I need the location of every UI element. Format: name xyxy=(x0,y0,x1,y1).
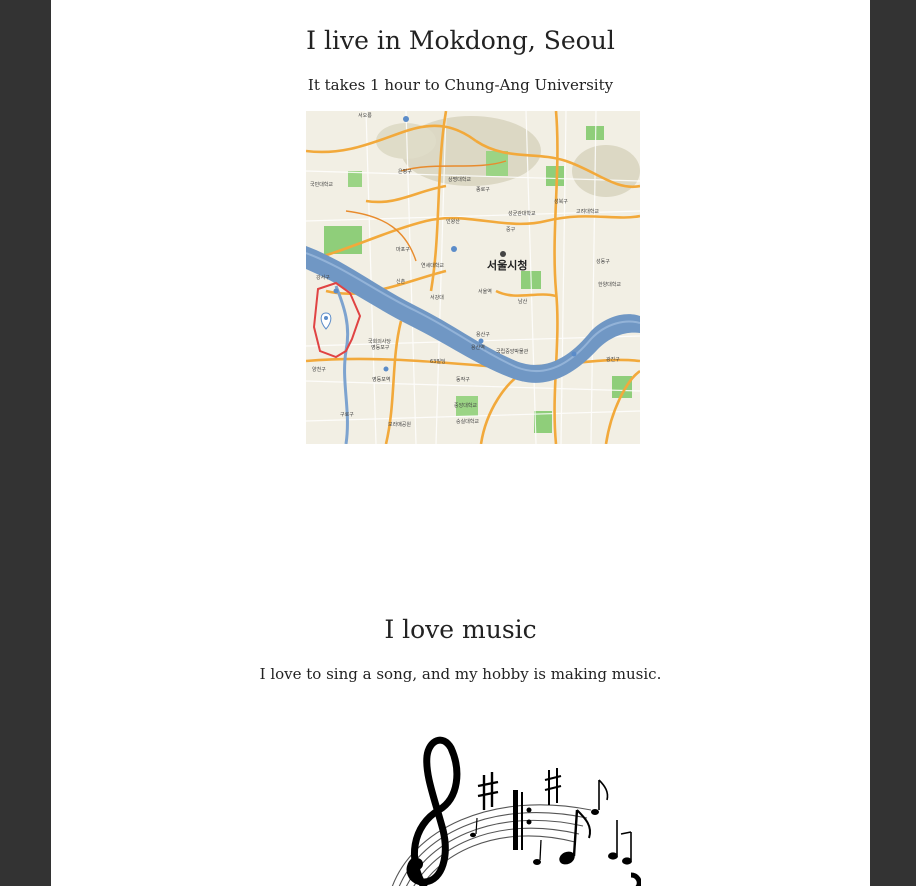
svg-text:국립중앙박물관: 국립중앙박물관 xyxy=(496,348,529,355)
svg-text:서울역: 서울역 xyxy=(478,288,492,295)
svg-text:고려대학교: 고려대학교 xyxy=(576,208,599,215)
svg-text:종로구: 종로구 xyxy=(476,187,490,193)
svg-text:국민대학교: 국민대학교 xyxy=(310,181,333,188)
svg-text:영등포구: 영등포구 xyxy=(371,344,390,351)
svg-text:중구: 중구 xyxy=(506,227,516,233)
svg-text:보라매공원: 보라매공원 xyxy=(388,421,411,428)
map-city-label: 서울시청 xyxy=(487,258,527,272)
heading-music: I love music xyxy=(384,615,537,644)
svg-text:용산구: 용산구 xyxy=(476,331,490,338)
svg-text:구로구: 구로구 xyxy=(340,412,354,418)
svg-text:광진구: 광진구 xyxy=(606,356,620,363)
seoul-map-image: 서울시청 은평구 종로구 성북구 마포구 중구 용산구 성동구 영등포구 동작구… xyxy=(306,111,640,444)
heading-home: I live in Mokdong, Seoul xyxy=(306,26,615,55)
svg-text:마포구: 마포구 xyxy=(396,246,410,253)
music-notes-image xyxy=(331,730,641,886)
svg-text:국회의사당: 국회의사당 xyxy=(368,338,391,345)
svg-text:용산역: 용산역 xyxy=(471,344,485,351)
caption-music: I love to sing a song, and my hobby is m… xyxy=(259,665,662,683)
svg-text:중앙대학교: 중앙대학교 xyxy=(454,402,477,409)
svg-text:남산: 남산 xyxy=(518,298,528,305)
svg-text:동작구: 동작구 xyxy=(456,376,470,383)
svg-text:신촌: 신촌 xyxy=(396,278,406,285)
caption-home: It takes 1 hour to Chung-Ang University xyxy=(307,76,614,94)
svg-text:63빌딩: 63빌딩 xyxy=(430,358,446,365)
svg-text:성동구: 성동구 xyxy=(596,258,610,265)
svg-text:숭실대학교: 숭실대학교 xyxy=(456,418,479,425)
svg-text:인왕산: 인왕산 xyxy=(446,218,460,225)
svg-text:성북구: 성북구 xyxy=(554,198,568,205)
svg-text:성균관대학교: 성균관대학교 xyxy=(508,210,536,217)
svg-text:영등포역: 영등포역 xyxy=(372,376,390,383)
svg-text:강서구: 강서구 xyxy=(316,274,330,281)
svg-text:양천구: 양천구 xyxy=(312,366,326,373)
svg-text:은평구: 은평구 xyxy=(398,168,412,175)
svg-text:서오릉: 서오릉 xyxy=(358,112,372,119)
svg-text:연세대학교: 연세대학교 xyxy=(421,262,444,269)
svg-text:한양대학교: 한양대학교 xyxy=(598,281,621,288)
page-content: I live in Mokdong, Seoul It takes 1 hour… xyxy=(51,0,870,886)
svg-text:상명대학교: 상명대학교 xyxy=(448,176,471,183)
svg-text:서강대: 서강대 xyxy=(430,294,444,301)
